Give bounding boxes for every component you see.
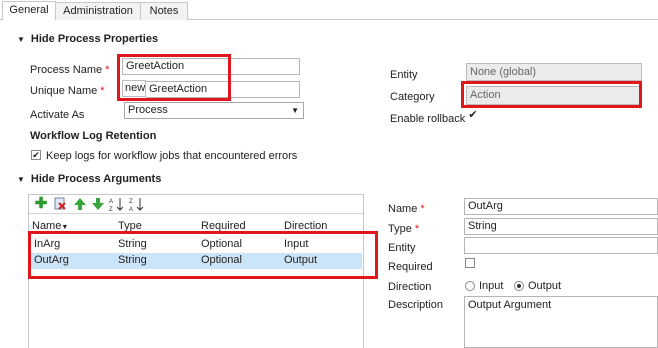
properties-section-title: Hide Process Properties <box>30 33 159 45</box>
move-up-icon[interactable] <box>73 197 87 211</box>
svg-text:Z: Z <box>129 199 133 205</box>
activate-as-select[interactable]: Process ▼ <box>124 102 304 119</box>
collapse-triangle-icon[interactable]: ▼ <box>17 35 25 44</box>
activate-as-label: Activate As <box>30 109 85 121</box>
highlight-box-names <box>117 54 231 101</box>
entity-label: Entity <box>390 69 418 81</box>
tab-bar: General Administration Notes <box>0 0 658 20</box>
arg-direction-label: Direction <box>388 281 432 293</box>
arguments-section-title: Hide Process Arguments <box>30 173 162 185</box>
arg-description-textarea[interactable]: Output Argument <box>464 296 658 348</box>
arguments-section-header[interactable]: ▼ Hide Process Arguments <box>17 173 161 185</box>
arg-type-label: Type * <box>388 223 420 235</box>
arg-entity-label: Entity <box>388 242 416 254</box>
enable-rollback-label: Enable rollback <box>390 113 466 125</box>
sort-descending-icon[interactable]: ZA <box>129 197 144 213</box>
add-icon[interactable]: ✚ <box>34 196 48 211</box>
arg-name-input[interactable]: OutArg <box>464 198 658 215</box>
svg-text:A: A <box>109 199 113 205</box>
svg-text:Z: Z <box>109 207 113 212</box>
properties-section-header[interactable]: ▼ Hide Process Properties <box>17 33 158 45</box>
unique-name-label: Unique Name * <box>30 85 105 97</box>
direction-output-radio[interactable] <box>514 281 524 291</box>
delete-icon[interactable] <box>53 197 67 211</box>
arg-description-label: Description <box>388 299 444 311</box>
process-name-label: Process Name * <box>30 64 110 76</box>
activate-as-value: Process <box>128 104 168 116</box>
highlight-box-arguments <box>28 231 378 279</box>
tab-notes[interactable]: Notes <box>140 2 188 20</box>
tab-general[interactable]: General <box>2 1 56 20</box>
grid-toolbar: ✚ AZ ZA <box>29 195 363 214</box>
collapse-triangle-icon[interactable]: ▼ <box>17 175 25 184</box>
highlight-box-category <box>461 81 642 108</box>
arg-entity-input[interactable] <box>464 237 658 254</box>
sort-ascending-icon[interactable]: AZ <box>109 197 124 213</box>
direction-input-label: Input <box>479 280 504 292</box>
required-asterisk: * <box>100 85 105 97</box>
chevron-down-icon: ▼ <box>291 106 299 115</box>
log-retention-title: Workflow Log Retention <box>30 130 157 142</box>
category-label: Category <box>390 91 435 103</box>
keep-logs-checkbox[interactable]: ✔ <box>31 150 41 160</box>
tab-administration[interactable]: Administration <box>55 2 141 20</box>
required-asterisk: * <box>420 203 425 215</box>
sort-indicator-icon: ▼ <box>61 224 69 231</box>
svg-text:A: A <box>129 207 133 212</box>
direction-input-radio[interactable] <box>465 281 475 291</box>
keep-logs-label: Keep logs for workflow jobs that encount… <box>46 150 298 162</box>
entity-field: None (global) <box>466 63 642 81</box>
direction-output-label: Output <box>528 280 562 292</box>
required-asterisk: * <box>414 223 420 235</box>
arg-type-select[interactable]: String <box>464 218 658 235</box>
enable-rollback-checkbox[interactable]: ✔ <box>468 110 478 121</box>
arg-name-label: Name * <box>388 203 425 215</box>
move-down-icon[interactable] <box>91 197 105 211</box>
arg-required-checkbox[interactable] <box>465 258 475 268</box>
required-asterisk: * <box>105 64 110 76</box>
arg-required-label: Required <box>388 261 433 273</box>
